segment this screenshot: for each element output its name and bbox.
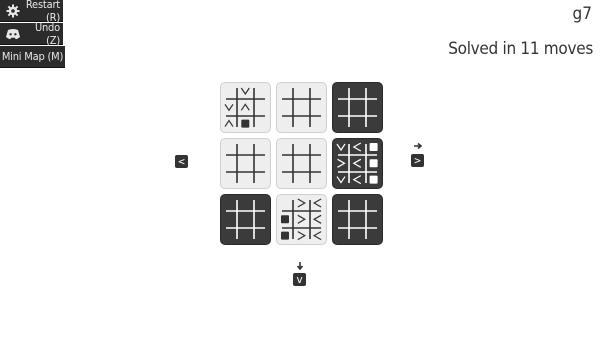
- board-tile: [220, 138, 271, 189]
- board-tile: [220, 82, 271, 133]
- arrow-mark: [240, 87, 250, 96]
- undo-button[interactable]: Undo (Z): [0, 20, 63, 47]
- arrow-mark: [312, 198, 322, 208]
- arrow-mark: [297, 198, 307, 208]
- solved-status: Solved in 11 moves: [448, 39, 593, 59]
- arrow-mark: [297, 214, 307, 224]
- minimap-button[interactable]: Mini Map (M): [0, 46, 65, 68]
- board-tile: [276, 194, 327, 245]
- board-tile: [220, 194, 271, 245]
- board-tile: [332, 194, 383, 245]
- undo-label: Undo (Z): [34, 20, 60, 47]
- arrow-mark: [352, 175, 362, 185]
- arrow-mark: [224, 103, 234, 112]
- block-mark: [241, 119, 250, 128]
- arrow-mark: [224, 119, 234, 127]
- left-key: <: [175, 155, 188, 168]
- block-mark: [369, 159, 378, 168]
- arrow-mark: [297, 231, 307, 241]
- arrow-mark: [337, 158, 346, 168]
- minimap-label: Mini Map (M): [1, 50, 64, 63]
- arrow-mark: [312, 214, 322, 224]
- block-mark: [369, 143, 378, 151]
- board-tile: [332, 138, 383, 189]
- board-tile: [276, 138, 327, 189]
- arrow-mark: [312, 231, 322, 241]
- arrow-down-icon: [296, 262, 304, 271]
- gear-icon: [4, 2, 22, 20]
- restart-button[interactable]: Restart (R): [0, 0, 63, 24]
- board-tile: [276, 82, 327, 133]
- arrow-mark: [336, 176, 346, 184]
- right-key: >: [411, 154, 424, 167]
- arrow-mark: [352, 142, 362, 152]
- discord-icon: [4, 25, 22, 43]
- nav-left-button[interactable]: <: [175, 154, 189, 170]
- level-id: g7: [572, 4, 592, 24]
- arrow-mark: [240, 103, 250, 111]
- arrow-mark: [336, 143, 346, 152]
- block-mark: [281, 215, 289, 224]
- nav-down-button[interactable]: v: [292, 261, 308, 289]
- block-mark: [369, 175, 378, 184]
- down-key: v: [293, 273, 306, 286]
- arrow-mark: [352, 158, 362, 168]
- board-tile: [332, 82, 383, 133]
- arrow-right-icon: [414, 142, 423, 150]
- nav-right-button[interactable]: >: [410, 142, 426, 170]
- block-mark: [281, 231, 289, 240]
